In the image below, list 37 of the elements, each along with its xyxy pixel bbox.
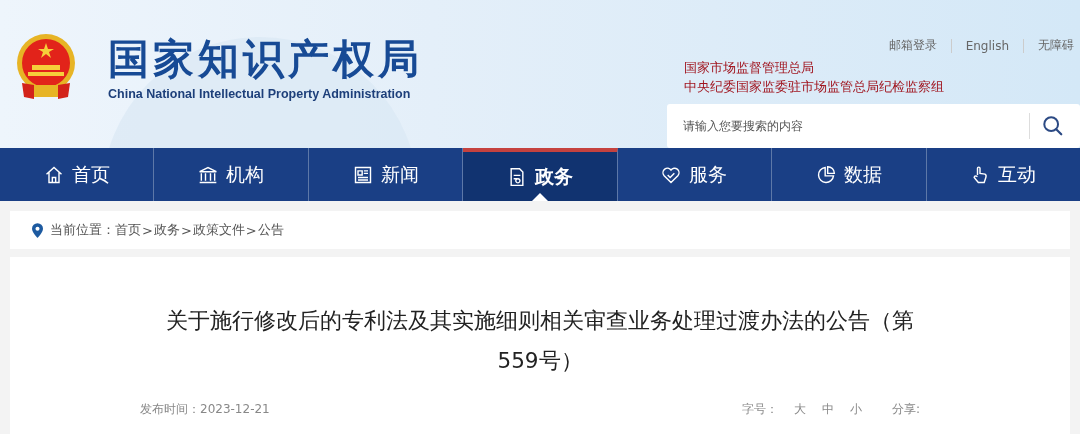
affiliation-link[interactable]: 国家市场监督管理总局	[684, 58, 1080, 77]
top-link[interactable]: 无障碍	[1024, 37, 1074, 54]
newspaper-icon	[352, 164, 373, 185]
publish-date: 发布时间：2023-12-21	[140, 401, 270, 418]
share-label: 分享:	[891, 401, 920, 418]
home-icon	[43, 164, 64, 185]
bank-icon	[198, 164, 219, 185]
nav-tab[interactable]: 数据	[772, 148, 927, 201]
font-size-link[interactable]: 中	[821, 401, 834, 418]
font-size-link[interactable]: 小	[849, 401, 862, 418]
breadcrumb-link[interactable]: 政务	[153, 221, 180, 239]
breadcrumb-label: 当前位置：	[50, 221, 115, 239]
nav-tab[interactable]: 机构	[154, 148, 309, 201]
breadcrumb-link[interactable]: 首页	[115, 221, 141, 239]
active-tab-pointer	[531, 193, 548, 201]
article-title: 关于施行修改后的专利法及其实施细则相关审查业务处理过渡办法的公告（第559号）	[165, 307, 915, 375]
top-link[interactable]: English	[951, 38, 1023, 53]
nav-tab[interactable]: 互动	[926, 148, 1080, 201]
breadcrumb-separator: >	[142, 222, 153, 238]
pie-chart-icon	[815, 164, 836, 185]
search-box[interactable]: 请输入您要搜索的内容	[667, 104, 1080, 148]
breadcrumb-link[interactable]: 政策文件	[192, 221, 245, 239]
font-size-link[interactable]: 大	[793, 401, 806, 418]
affiliation-link[interactable]: 中央纪委国家监委驻市场监管总局纪检监察组	[684, 77, 1080, 96]
nav-tab[interactable]: 服务	[617, 148, 773, 201]
site-subtitle: China National Intellectual Property Administration	[108, 86, 412, 101]
search-icon[interactable]	[1042, 115, 1064, 137]
breadcrumb-link[interactable]: 公告	[257, 221, 284, 239]
nav-tab[interactable]: 政务	[463, 148, 618, 201]
top-link[interactable]: 邮箱登录	[874, 37, 951, 54]
location-pin-icon	[32, 222, 43, 238]
breadcrumb-separator: >	[245, 222, 257, 238]
breadcrumb-separator: >	[180, 222, 192, 238]
site-title: 国家知识产权局	[108, 35, 423, 85]
nav-tab[interactable]: 首页	[0, 148, 155, 201]
search-field[interactable]: 请输入您要搜索的内容	[667, 118, 1029, 134]
font-size-label: 字号：	[741, 401, 778, 418]
